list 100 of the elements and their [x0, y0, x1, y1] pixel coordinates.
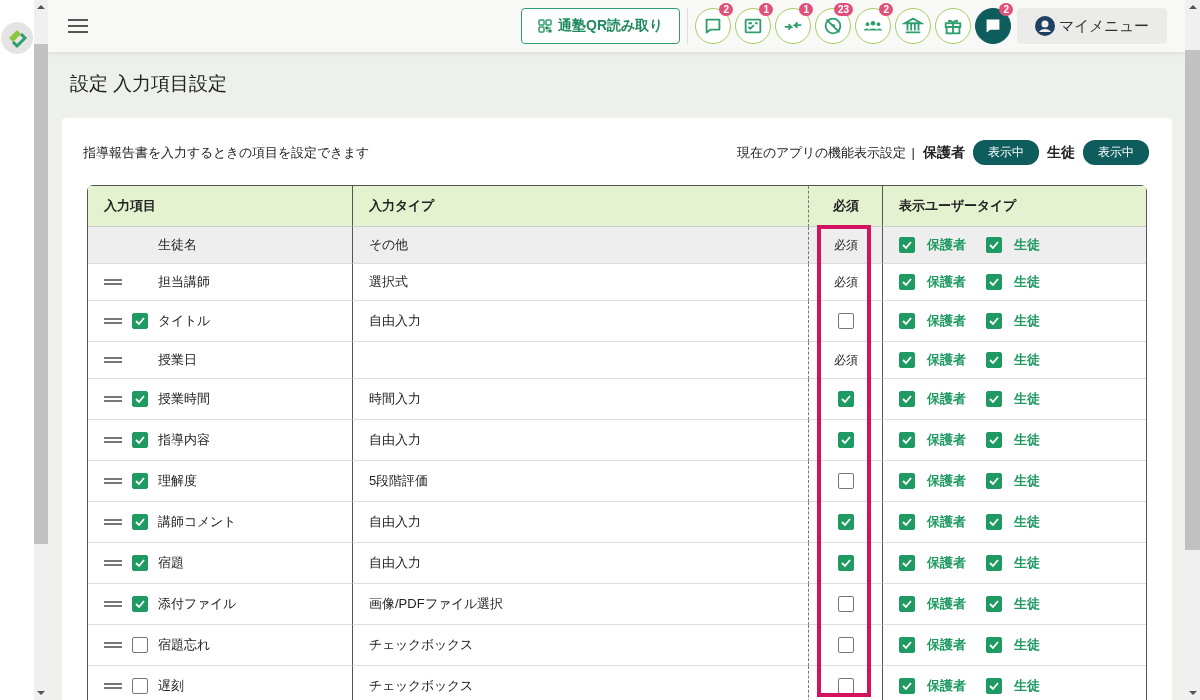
- user-type-label: 保護者: [923, 143, 965, 162]
- scrollbar[interactable]: [1185, 0, 1200, 700]
- checkbox[interactable]: [986, 678, 1002, 694]
- drag-handle-icon[interactable]: [104, 357, 122, 363]
- checkbox-label: 生徒: [1014, 312, 1040, 330]
- drag-handle-icon[interactable]: [104, 642, 122, 648]
- checkbox[interactable]: [132, 391, 148, 407]
- menu-icon[interactable]: [68, 19, 88, 33]
- table-cell: 担当講師: [158, 273, 210, 291]
- table-cell: 自由入力: [369, 555, 421, 570]
- table-cell: 理解度: [158, 472, 197, 490]
- checkbox[interactable]: [837, 637, 854, 654]
- checkbox[interactable]: [837, 678, 854, 695]
- gift-button[interactable]: [935, 8, 971, 44]
- drag-handle-icon[interactable]: [104, 437, 122, 443]
- checkbox-label: 保護者: [927, 236, 966, 254]
- checkbox[interactable]: [986, 514, 1002, 530]
- table-cell: 自由入力: [369, 432, 421, 447]
- count-badge: 2: [719, 3, 733, 16]
- drag-handle-icon[interactable]: [104, 318, 122, 324]
- checkbox-label: 保護者: [927, 390, 966, 408]
- column-header: 入力タイプ: [353, 186, 809, 227]
- checkbox-label: 生徒: [1014, 554, 1040, 572]
- drag-handle-icon[interactable]: [104, 396, 122, 402]
- checkbox[interactable]: [899, 596, 915, 612]
- table-cell: タイトル: [158, 312, 210, 330]
- table-cell: 講師コメント: [158, 513, 236, 531]
- checkbox[interactable]: [986, 637, 1002, 653]
- checkbox-label: 生徒: [1014, 513, 1040, 531]
- checkbox[interactable]: [986, 555, 1002, 571]
- checkbox[interactable]: [899, 391, 915, 407]
- checkbox[interactable]: [899, 352, 915, 368]
- drag-handle-icon[interactable]: [104, 519, 122, 525]
- checkbox-label: 保護者: [927, 431, 966, 449]
- checkbox[interactable]: [132, 637, 148, 653]
- checkbox[interactable]: [986, 352, 1002, 368]
- checkbox-label: 生徒: [1014, 677, 1040, 695]
- checkbox[interactable]: [986, 473, 1002, 489]
- checkbox[interactable]: [837, 313, 854, 330]
- checkbox[interactable]: [986, 391, 1002, 407]
- table-cell: 授業日: [158, 351, 197, 369]
- checkbox[interactable]: [837, 473, 854, 490]
- checkbox[interactable]: [899, 432, 915, 448]
- checkbox[interactable]: [837, 432, 854, 449]
- table-cell: 必須: [833, 237, 858, 252]
- checkbox[interactable]: [899, 637, 915, 653]
- checkbox[interactable]: [986, 432, 1002, 448]
- checkbox[interactable]: [899, 473, 915, 489]
- table-cell: 自由入力: [369, 313, 421, 328]
- checkbox[interactable]: [986, 596, 1002, 612]
- checkbox[interactable]: [986, 274, 1002, 290]
- checkbox-label: 生徒: [1014, 351, 1040, 369]
- checkbox[interactable]: [132, 473, 148, 489]
- checkbox[interactable]: [986, 237, 1002, 253]
- column-header: 入力項目: [88, 186, 353, 227]
- drag-handle-icon[interactable]: [104, 478, 122, 484]
- status-pill: 表示中: [973, 140, 1039, 165]
- table-cell: 時間入力: [369, 391, 421, 406]
- checkbox[interactable]: [986, 313, 1002, 329]
- drag-handle-icon[interactable]: [104, 601, 122, 607]
- checkbox[interactable]: [899, 313, 915, 329]
- separator-text: |: [911, 145, 915, 160]
- checkbox[interactable]: [132, 596, 148, 612]
- table-cell: 画像/PDFファイル選択: [369, 596, 503, 611]
- checkbox[interactable]: [899, 555, 915, 571]
- scrollbar[interactable]: [34, 0, 48, 700]
- my-menu-button[interactable]: マイメニュー: [1017, 8, 1167, 44]
- checkbox[interactable]: [132, 514, 148, 530]
- checkbox-label: 生徒: [1014, 273, 1040, 291]
- drag-handle-icon[interactable]: [104, 279, 122, 285]
- checkbox-label: 保護者: [927, 351, 966, 369]
- checkbox[interactable]: [899, 678, 915, 694]
- count-badge: 23: [833, 3, 853, 16]
- checkbox-label: 保護者: [927, 636, 966, 654]
- checkbox[interactable]: [837, 391, 854, 408]
- checkbox-label: 生徒: [1014, 431, 1040, 449]
- checkbox[interactable]: [899, 274, 915, 290]
- checkbox[interactable]: [837, 555, 854, 572]
- page-title: 設定 入力項目設定: [70, 72, 229, 96]
- checkbox[interactable]: [132, 313, 148, 329]
- count-badge: 2: [879, 3, 893, 16]
- checkbox[interactable]: [132, 678, 148, 694]
- table-cell: 選択式: [369, 274, 408, 289]
- app-logo-icon[interactable]: [1, 22, 33, 54]
- bank-button[interactable]: [895, 8, 931, 44]
- checkbox[interactable]: [132, 432, 148, 448]
- checkbox[interactable]: [837, 514, 854, 531]
- qr-scan-button[interactable]: 通塾QR読み取り: [521, 8, 680, 44]
- checkbox[interactable]: [837, 596, 854, 613]
- drag-handle-icon[interactable]: [104, 560, 122, 566]
- table-cell: チェックボックス: [369, 678, 473, 693]
- checkbox[interactable]: [899, 514, 915, 530]
- table-cell: 遅刻: [158, 677, 184, 695]
- table-cell: 授業時間: [158, 390, 210, 408]
- checkbox[interactable]: [132, 555, 148, 571]
- checkbox-label: 生徒: [1014, 472, 1040, 490]
- drag-handle-icon[interactable]: [104, 683, 122, 689]
- checkbox-label: 生徒: [1014, 595, 1040, 613]
- checkbox[interactable]: [899, 237, 915, 253]
- crossed-compass-icon: [822, 15, 844, 37]
